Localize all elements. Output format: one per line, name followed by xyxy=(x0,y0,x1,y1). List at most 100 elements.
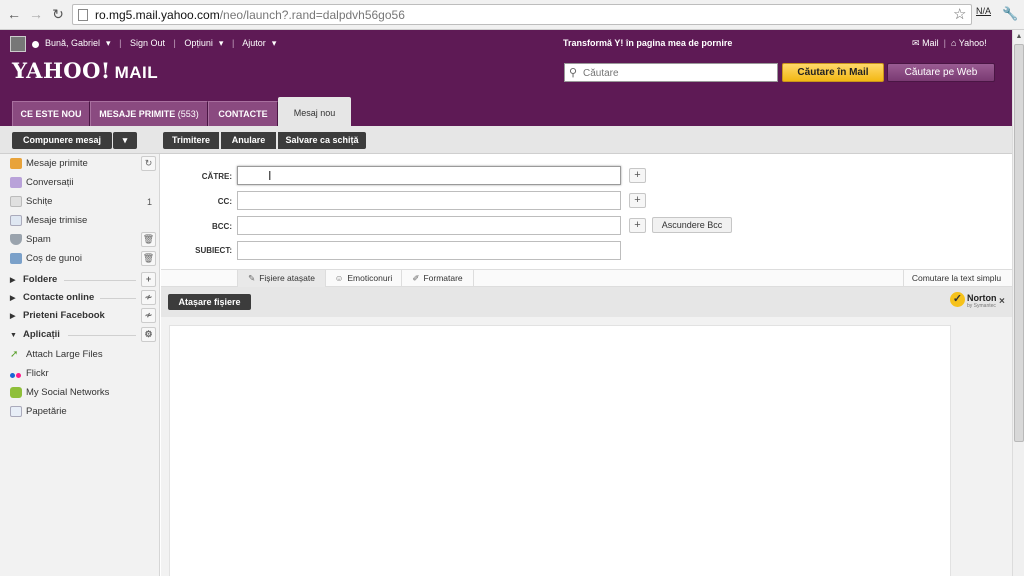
tab-formatting[interactable]: ✐ Formatare xyxy=(402,270,474,287)
compose-button[interactable]: Compunere mesaj xyxy=(12,132,112,149)
na-extension-label[interactable]: N/A xyxy=(976,6,991,16)
tab-label: Formatare xyxy=(423,273,463,283)
sidebar-section-online-contacts[interactable]: ▶ Contacte online ≁ xyxy=(10,290,156,306)
back-arrow-icon[interactable]: ← xyxy=(6,6,22,22)
tab-contacts[interactable]: CONTACTE xyxy=(208,101,278,126)
home-icon: ⌂ xyxy=(950,38,957,48)
user-greeting[interactable]: Bună, Gabriel xyxy=(45,38,100,48)
sidebar-item-sent[interactable]: Mesaje trimise xyxy=(10,213,156,229)
expand-triangle-icon: ▶ xyxy=(10,295,16,302)
logo-mail: MAIL xyxy=(114,63,159,82)
cancel-button[interactable]: Anulare xyxy=(221,132,276,149)
sidebar-section-facebook-friends[interactable]: ▶ Prieteni Facebook ≁ xyxy=(10,308,156,324)
sent-icon xyxy=(10,214,22,226)
switch-plain-text-link[interactable]: Comutare la text simplu xyxy=(903,270,1009,287)
inbox-icon xyxy=(10,157,22,169)
message-body-editor[interactable] xyxy=(169,325,951,576)
tab-whats-new[interactable]: CE ESTE NOU xyxy=(12,101,90,126)
options-caret-icon[interactable]: ▾ xyxy=(219,38,224,48)
subject-field[interactable] xyxy=(237,241,621,260)
save-draft-button[interactable]: Salvare ca schiță xyxy=(278,132,366,149)
search-web-button[interactable]: Căutare pe Web xyxy=(887,63,995,82)
sidebar-item-drafts[interactable]: Schițe 1 xyxy=(10,194,156,210)
cc-field[interactable] xyxy=(237,191,621,210)
separator: | xyxy=(231,38,235,49)
drafts-icon xyxy=(10,195,22,207)
sidebar-item-label: Mesaje trimise xyxy=(26,215,88,226)
sidebar-item-flickr[interactable]: Flickr xyxy=(10,366,156,382)
sidebar-item-conversations[interactable]: Conversații xyxy=(10,175,156,191)
activity-icon[interactable]: ≁ xyxy=(141,308,156,323)
compose-dropdown-icon[interactable]: ▾ xyxy=(113,132,137,149)
tab-label: Mesaj nou xyxy=(293,108,336,118)
to-label: CĂTRE: xyxy=(201,172,232,181)
attach-files-button[interactable]: Atașare fișiere xyxy=(168,294,251,310)
sidebar-item-label: Coș de gunoi xyxy=(26,253,82,264)
sidebar-item-inbox[interactable]: Mesaje primite ↻ xyxy=(10,156,156,172)
sidebar: Mesaje primite ↻ Conversații Schițe 1 Me… xyxy=(0,154,160,576)
hide-bcc-button[interactable]: Ascundere Bcc xyxy=(652,217,732,233)
drafts-count: 1 xyxy=(146,197,152,207)
tab-new-message[interactable]: Mesaj nou xyxy=(278,97,351,126)
yahoo-link[interactable]: Yahoo! xyxy=(959,38,987,48)
add-folder-icon[interactable]: + xyxy=(141,272,156,287)
search-box[interactable]: ⚲ xyxy=(564,63,778,82)
sidebar-item-label: My Social Networks xyxy=(26,387,110,398)
wrench-icon[interactable]: 🔧 xyxy=(1002,6,1018,22)
conversations-icon xyxy=(10,176,22,188)
yahoo-mail-logo[interactable]: YAHOO! MAIL xyxy=(12,58,158,83)
bcc-field[interactable] xyxy=(237,216,621,235)
forward-arrow-icon[interactable]: → xyxy=(28,6,44,22)
to-field[interactable] xyxy=(237,166,621,185)
sidebar-item-attach-large-files[interactable]: ➚ Attach Large Files xyxy=(10,347,156,363)
help-caret-icon[interactable]: ▾ xyxy=(272,38,277,48)
sidebar-item-my-social-networks[interactable]: My Social Networks xyxy=(10,385,156,401)
homepage-promo-link[interactable]: Transformă Y! în pagina mea de pornire xyxy=(563,38,732,48)
subject-label: SUBIECT: xyxy=(195,246,232,255)
sign-out-link[interactable]: Sign Out xyxy=(130,38,165,48)
close-icon[interactable]: × xyxy=(999,296,1005,307)
norton-logo: ✓ Norton by Symantec xyxy=(950,292,997,312)
sidebar-section-applications[interactable]: ▼ Aplicații ⚙ xyxy=(10,327,156,343)
reload-icon[interactable]: ↻ xyxy=(50,6,66,22)
stationery-icon xyxy=(10,405,22,417)
sidebar-item-label: Conversații xyxy=(26,177,74,188)
search-mail-button[interactable]: Căutare în Mail xyxy=(782,63,884,82)
add-to-button[interactable]: + xyxy=(629,168,646,183)
empty-trash-icon[interactable]: 🗑 xyxy=(141,251,156,266)
send-button[interactable]: Trimitere xyxy=(163,132,219,149)
divider xyxy=(68,335,136,336)
url-path: /neo/launch?.rand=dalpdvh56go56 xyxy=(219,8,405,22)
tab-attachments[interactable]: ✎ Fișiere atașate xyxy=(237,270,326,287)
refresh-icon[interactable]: ↻ xyxy=(141,156,156,171)
avatar[interactable] xyxy=(10,36,26,52)
sidebar-item-stationery[interactable]: Papetărie xyxy=(10,404,156,420)
add-bcc-button[interactable]: + xyxy=(629,218,646,233)
help-link[interactable]: Ajutor xyxy=(242,38,266,48)
empty-spam-trash-icon[interactable]: 🗑 xyxy=(141,232,156,247)
add-cc-button[interactable]: + xyxy=(629,193,646,208)
sidebar-item-trash[interactable]: Coș de gunoi 🗑 xyxy=(10,251,156,267)
tab-emoticons[interactable]: ☺ Emoticonuri xyxy=(326,270,402,287)
page-scrollbar[interactable]: ▲ xyxy=(1012,30,1024,576)
scroll-up-icon[interactable]: ▲ xyxy=(1014,32,1024,42)
user-menu-caret-icon[interactable]: ▾ xyxy=(106,38,111,48)
url-text[interactable]: ro.mg5.mail.yahoo.com/neo/launch?.rand=d… xyxy=(95,8,405,22)
flickr-icon xyxy=(10,368,22,379)
sidebar-section-label: Aplicații xyxy=(23,329,60,340)
activity-icon[interactable]: ≁ xyxy=(141,290,156,305)
attach-strip xyxy=(161,287,1012,317)
browser-toolbar: ← → ↻ ro.mg5.mail.yahoo.com/neo/launch?.… xyxy=(0,0,1024,30)
cc-label: CC: xyxy=(217,197,232,206)
scroll-thumb[interactable] xyxy=(1014,44,1024,442)
sidebar-item-spam[interactable]: Spam 🗑 xyxy=(10,232,156,248)
mail-link[interactable]: Mail xyxy=(922,38,939,48)
options-link[interactable]: Opțiuni xyxy=(184,38,213,48)
search-input[interactable] xyxy=(583,66,773,80)
gear-icon[interactable]: ⚙ xyxy=(141,327,156,342)
sidebar-section-folders[interactable]: ▶ Foldere + xyxy=(10,272,156,288)
bookmark-star-icon[interactable]: ☆ xyxy=(953,5,966,23)
address-bar[interactable]: ro.mg5.mail.yahoo.com/neo/launch?.rand=d… xyxy=(72,4,972,25)
tab-inbox[interactable]: MESAJE PRIMITE (553) xyxy=(90,101,208,126)
formatting-icon: ✐ xyxy=(412,273,420,283)
